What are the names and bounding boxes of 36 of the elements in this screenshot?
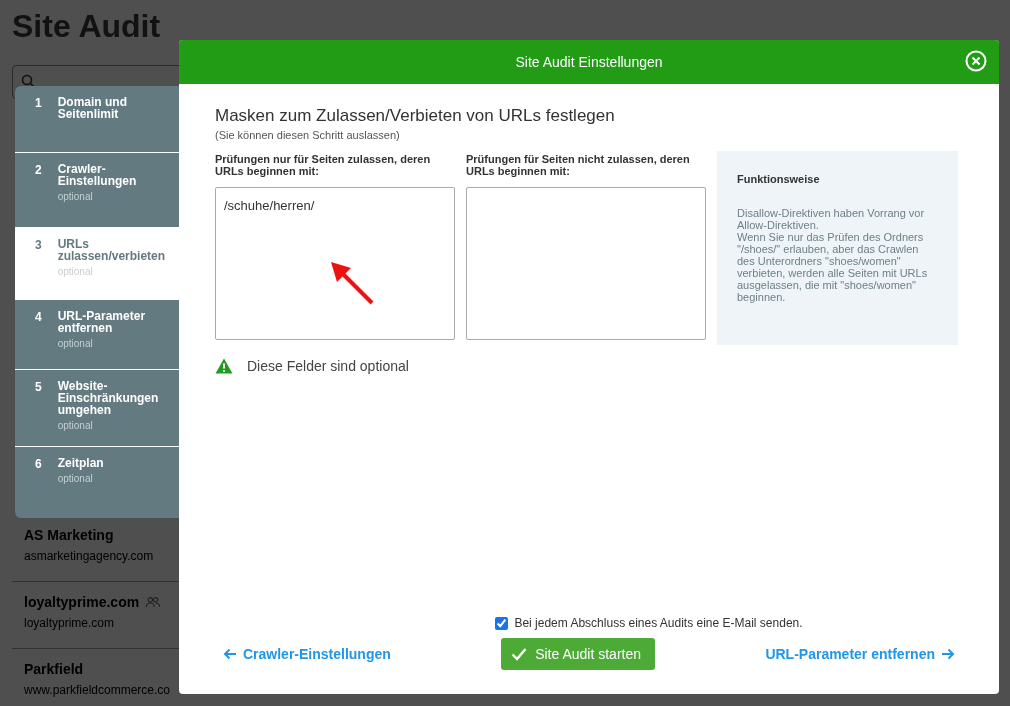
info-text: Disallow-Direktiven haben Vorrang vor Allow-Direktiven. Wenn Sie nur das Prüfen des Ordners "/shoes/" erlauben, aber das Crawlen des Unterordners "shoes/women" verbieten, werden alle Seiten mit URLs ausgelassen, die mit "shoes/women" beginnen. xyxy=(737,207,929,303)
project-name[interactable]: loyaltyprime.com xyxy=(24,594,140,610)
step-title: Website-Einschränkungen umgehen xyxy=(57,380,160,416)
step-title: URLs zulassen/verbieten xyxy=(57,238,167,262)
dialog-title: Site Audit Einstellungen xyxy=(515,54,663,70)
warning-text: Diese Felder sind optional xyxy=(247,358,409,374)
step-note: optional xyxy=(57,420,94,431)
project-name[interactable]: Parkfield xyxy=(24,661,84,677)
info-title: Funktionsweise xyxy=(737,173,821,185)
step-note: optional xyxy=(57,191,94,202)
field-label: Prüfungen nur für Seiten zulassen, deren URLs beginnen mit: xyxy=(215,153,432,179)
step-number: 4 xyxy=(35,310,42,326)
project-domain: asmarketingagency.com xyxy=(24,549,155,563)
step-number: 1 xyxy=(35,96,42,112)
step-number: 6 xyxy=(35,457,42,473)
step-note: optional xyxy=(57,473,94,484)
step-number: 2 xyxy=(35,163,42,179)
section-subheading: (Sie können diesen Schritt auslassen) xyxy=(215,129,401,141)
page-title: Site Audit xyxy=(12,8,162,45)
project-domain: loyaltyprime.com xyxy=(24,616,116,630)
url-mask-field[interactable]: /schuhe/herren/ xyxy=(215,187,455,340)
next-link[interactable]: URL-Parameter entfernen xyxy=(757,646,963,662)
project-domain: www.parkfieldcommerce.co xyxy=(24,683,170,697)
back-link[interactable]: Crawler-Einstellungen xyxy=(215,646,399,662)
step-number: 5 xyxy=(35,380,42,396)
step-title: Domain und Seitenlimit xyxy=(57,96,128,120)
step-title: URL-Parameter entfernen xyxy=(57,310,147,334)
section-heading: Masken zum Zulassen/Verbieten von URLs festlegen xyxy=(215,106,616,126)
field-label: Prüfungen für Seiten nicht zulassen, deren URLs beginnen mit: xyxy=(466,153,691,179)
start-audit-button[interactable]: Site Audit starten xyxy=(501,638,655,670)
step-number: 3 xyxy=(35,238,42,254)
step-title: Zeitplan xyxy=(57,457,104,469)
step-title: Crawler-Einstellungen xyxy=(57,163,138,187)
step-note: optional xyxy=(57,338,94,349)
checkbox-label: Bei jedem Abschluss eines Audits eine E-Mail senden. xyxy=(514,616,803,630)
project-name[interactable]: AS Marketing xyxy=(24,527,114,543)
